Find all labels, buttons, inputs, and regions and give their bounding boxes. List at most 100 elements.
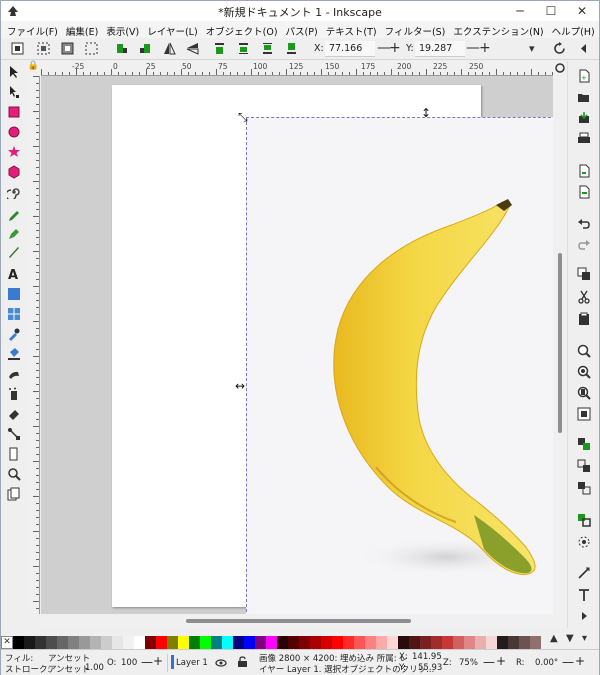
color-swatch[interactable]: [79, 636, 90, 649]
rotate-ccw-icon[interactable]: [115, 42, 128, 55]
color-swatch[interactable]: [35, 636, 46, 649]
tweak-tool-icon[interactable]: [7, 367, 21, 381]
import-icon[interactable]: [577, 164, 591, 178]
undo-icon[interactable]: [577, 216, 591, 230]
color-swatch[interactable]: [398, 636, 409, 649]
color-swatch[interactable]: [343, 636, 354, 649]
canvas[interactable]: ⤡ ↕ ↔: [41, 76, 553, 614]
menu-extensions[interactable]: エクステンション(N): [449, 21, 547, 38]
fill-stroke-icon[interactable]: [577, 513, 591, 527]
horizontal-scrollbar[interactable]: [41, 614, 553, 628]
paint-bucket-tool-icon[interactable]: [7, 347, 21, 361]
opacity-field[interactable]: 100: [121, 658, 137, 668]
color-swatch[interactable]: [134, 636, 145, 649]
color-swatch[interactable]: [167, 636, 178, 649]
color-swatch[interactable]: [431, 636, 442, 649]
scale-handle-left[interactable]: ↔: [235, 379, 245, 393]
menu-help[interactable]: ヘルプ(H): [548, 21, 599, 38]
minimize-button[interactable]: ─: [505, 1, 535, 21]
color-swatch[interactable]: [332, 636, 343, 649]
rotate-icon[interactable]: [553, 42, 566, 55]
horizontal-scroll-thumb[interactable]: [186, 619, 411, 623]
x-field[interactable]: 77.166: [325, 41, 375, 57]
zoom-tool-icon[interactable]: [7, 467, 21, 481]
zoom-increment[interactable]: +: [496, 654, 506, 668]
color-swatch[interactable]: [299, 636, 310, 649]
palette-menu[interactable]: ▾: [582, 633, 587, 644]
objects-icon[interactable]: [577, 535, 591, 549]
more-controls-dropdown[interactable]: ▾: [529, 42, 535, 55]
eraser-tool-icon[interactable]: [7, 407, 21, 421]
color-swatch[interactable]: [530, 636, 541, 649]
snap-toggle-icon[interactable]: [555, 63, 565, 73]
menu-edit[interactable]: 編集(E): [62, 21, 102, 38]
raise-icon[interactable]: [237, 42, 250, 55]
menu-object[interactable]: オブジェクト(O): [202, 21, 282, 38]
color-swatch[interactable]: [277, 636, 288, 649]
color-swatch[interactable]: [266, 636, 277, 649]
layer-visibility-icon[interactable]: [215, 657, 227, 669]
color-swatch[interactable]: [475, 636, 486, 649]
color-swatch[interactable]: [101, 636, 112, 649]
open-file-icon[interactable]: [577, 90, 591, 104]
more-commands-icon[interactable]: [577, 609, 591, 623]
rotate-cw-icon[interactable]: [139, 42, 152, 55]
color-swatch[interactable]: [244, 636, 255, 649]
opacity-increment[interactable]: +: [153, 654, 163, 668]
menu-layer[interactable]: レイヤー(L): [143, 21, 201, 38]
gradient-tool-icon[interactable]: [7, 287, 21, 301]
color-swatch[interactable]: [497, 636, 508, 649]
lower-to-bottom-icon[interactable]: [285, 42, 298, 55]
color-swatch[interactable]: [156, 636, 167, 649]
collapse-left-icon[interactable]: [577, 42, 590, 55]
color-swatch[interactable]: [453, 636, 464, 649]
color-swatch[interactable]: [123, 636, 134, 649]
color-swatch[interactable]: [46, 636, 57, 649]
close-button[interactable]: ✕: [567, 1, 597, 21]
duplicate-icon[interactable]: [577, 267, 591, 281]
color-swatch[interactable]: [409, 636, 420, 649]
zoom-decrement[interactable]: —: [483, 655, 495, 669]
pencil-tool-icon[interactable]: [7, 209, 21, 223]
redo-icon[interactable]: [577, 237, 591, 251]
color-swatch[interactable]: [13, 636, 24, 649]
save-icon[interactable]: [577, 111, 591, 125]
palette-scroll-up[interactable]: ▲: [550, 633, 558, 644]
clone-icon[interactable]: [577, 481, 591, 495]
vertical-scroll-thumb[interactable]: [558, 253, 562, 433]
color-swatch[interactable]: [310, 636, 321, 649]
opacity-decrement[interactable]: —: [141, 655, 153, 669]
select-all-layers-icon[interactable]: [37, 42, 50, 55]
color-swatch[interactable]: [112, 636, 123, 649]
color-swatch[interactable]: [24, 636, 35, 649]
color-swatch[interactable]: [178, 636, 189, 649]
color-swatch[interactable]: [189, 636, 200, 649]
deselect-icon[interactable]: [85, 42, 98, 55]
new-document-icon[interactable]: +: [577, 69, 591, 83]
zoom-field[interactable]: 75%: [459, 658, 478, 668]
palette-scroll-down[interactable]: ▼: [566, 633, 574, 644]
color-swatch[interactable]: [486, 636, 497, 649]
3d-box-tool-icon[interactable]: [7, 165, 21, 179]
lower-icon[interactable]: [261, 42, 274, 55]
color-swatch[interactable]: [354, 636, 365, 649]
pages-tool-icon[interactable]: [7, 487, 21, 501]
cut-icon[interactable]: [577, 290, 591, 304]
no-paint-swatch[interactable]: ✕: [1, 636, 13, 649]
flip-vertical-icon[interactable]: [186, 42, 199, 55]
invert-selection-icon[interactable]: [61, 42, 74, 55]
ellipse-tool-icon[interactable]: [7, 125, 21, 139]
zoom-selection-icon[interactable]: [577, 344, 591, 358]
zoom-page-width-icon[interactable]: [577, 407, 591, 421]
color-swatch[interactable]: [519, 636, 530, 649]
color-swatch[interactable]: [464, 636, 475, 649]
maximize-button[interactable]: ☐: [536, 1, 566, 21]
x-increment[interactable]: +: [389, 40, 401, 56]
paste-icon[interactable]: [577, 312, 591, 326]
menu-path[interactable]: パス(P): [282, 21, 322, 38]
vertical-scrollbar[interactable]: [553, 61, 567, 628]
pen-tool-icon[interactable]: [7, 227, 21, 241]
connector-tool-icon[interactable]: [7, 427, 21, 441]
node-tool-icon[interactable]: [7, 85, 21, 99]
calligraphy-tool-icon[interactable]: [7, 245, 21, 259]
